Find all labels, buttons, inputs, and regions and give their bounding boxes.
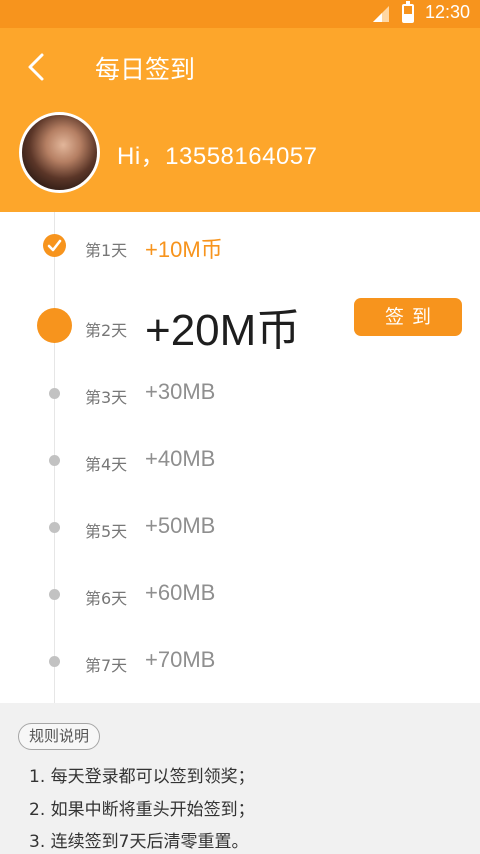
checkin-day-3: 第3天 +30MB xyxy=(0,364,480,424)
rule-item: 2. 如果中断将重头开始签到； xyxy=(29,800,255,820)
sign-in-button[interactable]: 签到 xyxy=(354,298,462,336)
checkin-day-7: 第7天 +70MB xyxy=(0,632,480,692)
day-label: 第3天 xyxy=(85,388,128,407)
day-reward: +70MB xyxy=(145,647,216,672)
avatar[interactable] xyxy=(19,112,100,193)
day-label: 第4天 xyxy=(85,455,128,474)
checkin-day-2: 第2天 +20M币 签到 xyxy=(0,292,480,362)
checkin-day-5: 第5天 +50MB xyxy=(0,498,480,558)
checkin-list: 第1天 +10M币 第2天 +20M币 签到 第3天 +30MB 第4天 +40… xyxy=(0,212,480,703)
timeline-dot xyxy=(49,388,60,399)
day-label: 第5天 xyxy=(85,522,128,541)
checkin-day-6: 第6天 +60MB xyxy=(0,565,480,625)
day-reward: +60MB xyxy=(145,580,216,605)
day-reward: +20M币 xyxy=(145,306,301,355)
header: 每日签到 Hi，13558164057 xyxy=(0,28,480,212)
timeline-dot xyxy=(49,589,60,600)
day-reward: +30MB xyxy=(145,379,216,404)
page-title: 每日签到 xyxy=(95,55,196,84)
check-circle-icon xyxy=(43,234,66,257)
checkin-day-1: 第1天 +10M币 xyxy=(0,216,480,276)
rule-item: 1. 每天登录都可以签到领奖； xyxy=(29,767,255,787)
day-reward: +10M币 xyxy=(145,237,223,262)
day-reward: +40MB xyxy=(145,446,216,471)
day-reward: +50MB xyxy=(145,513,216,538)
day-label: 第6天 xyxy=(85,589,128,608)
timeline-dot xyxy=(49,522,60,533)
back-arrow-icon[interactable] xyxy=(22,52,52,82)
timeline-dot xyxy=(49,455,60,466)
day-label: 第7天 xyxy=(85,656,128,675)
status-bar: 12:30 xyxy=(0,0,480,28)
signal-icon xyxy=(373,6,389,22)
day-label: 第2天 xyxy=(85,321,128,340)
greeting-text: Hi，13558164057 xyxy=(117,143,318,170)
rule-item: 3. 连续签到7天后清零重置。 xyxy=(29,832,249,852)
timeline-dot xyxy=(49,656,60,667)
day-label: 第1天 xyxy=(85,241,128,260)
battery-icon xyxy=(402,1,414,23)
status-time: 12:30 xyxy=(424,2,470,22)
checkin-day-4: 第4天 +40MB xyxy=(0,431,480,491)
rules-title: 规则说明 xyxy=(18,723,101,750)
rules-section: 规则说明 1. 每天登录都可以签到领奖； 2. 如果中断将重头开始签到； 3. … xyxy=(0,703,480,854)
current-day-marker xyxy=(37,308,72,343)
